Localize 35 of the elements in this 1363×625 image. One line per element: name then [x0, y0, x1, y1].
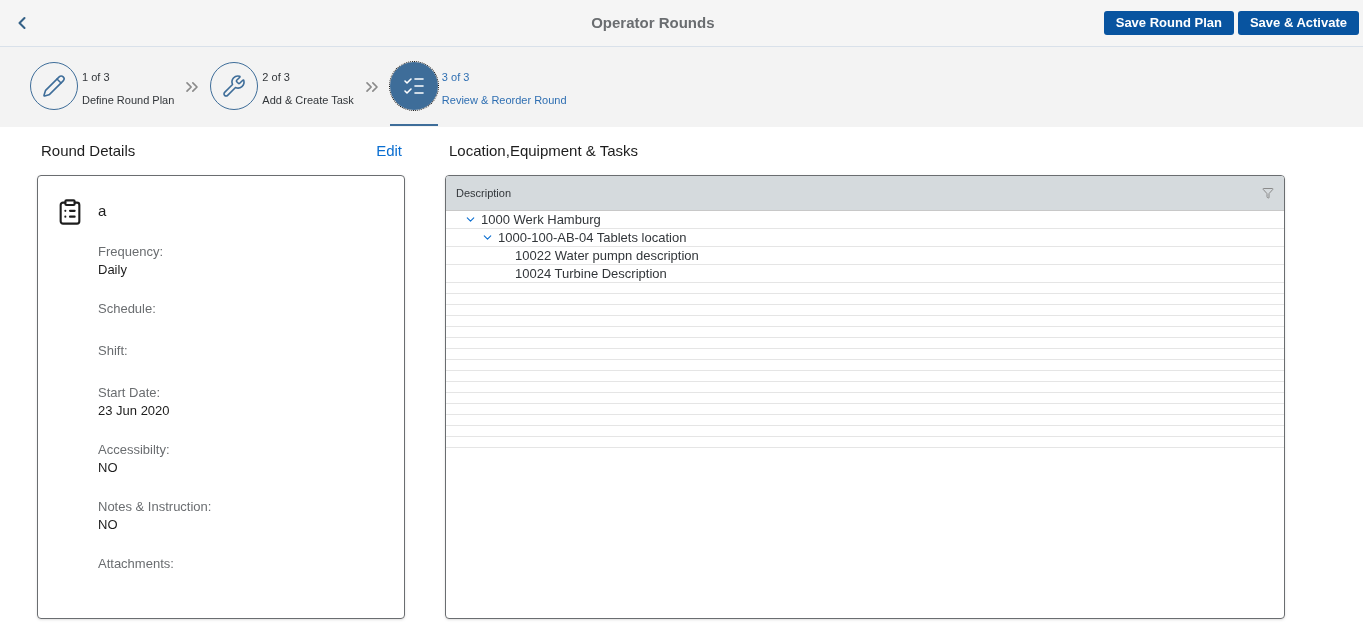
field-value: 23 Jun 2020: [98, 401, 171, 420]
field-label: Start Date:: [98, 383, 162, 402]
toolbar-button[interactable]: Save Round Plan: [1103, 11, 1234, 35]
page-title: Operator Rounds: [591, 12, 715, 33]
field-label: Notes & Instruction:: [98, 497, 212, 516]
step-label: Add & Create Task: [262, 93, 354, 108]
wizard-step[interactable]: 2 of 3 Add & Create Task: [210, 62, 354, 126]
tree-item[interactable]: 10022 Water pumpn description: [515, 245, 699, 266]
field-value: NO: [98, 515, 119, 534]
step-number: 3 of 3: [441, 70, 471, 85]
wizard-step[interactable]: 1 of 3 Define Round Plan: [30, 62, 175, 126]
field-label: Accessibilty:: [98, 440, 171, 459]
tree-item[interactable]: 1000 Werk Hamburg: [481, 209, 601, 230]
field-value: NO: [98, 458, 119, 477]
step-number: 2 of 3: [262, 70, 291, 85]
round-name: a: [98, 201, 108, 221]
step-icon: [42, 74, 66, 98]
field-label: Attachments:: [98, 554, 175, 573]
wizard-step[interactable]: 3 of 3 Review & Reorder Round: [389, 62, 567, 140]
step-label: Review & Reorder Round: [441, 93, 567, 108]
step-icon: [222, 74, 247, 98]
field-label: Shift:: [98, 341, 129, 360]
toolbar-button[interactable]: Save & Activate: [1237, 11, 1359, 35]
edit-link[interactable]: Edit: [376, 139, 402, 163]
column-header[interactable]: Description: [446, 176, 1284, 211]
field-label: Schedule:: [98, 299, 157, 318]
section-title: Location,Equipment & Tasks: [449, 140, 638, 161]
step-label: Define Round Plan: [82, 93, 175, 108]
section-title: Round Details: [41, 140, 136, 161]
field-label: Frequency:: [98, 242, 165, 261]
filter-icon[interactable]: [1262, 187, 1274, 199]
tree-item[interactable]: 1000-100-AB-04 Tablets location: [498, 227, 687, 248]
field-value: Daily: [98, 260, 128, 279]
step-number: 1 of 3: [82, 70, 111, 85]
tree-item[interactable]: 10024 Turbine Description: [515, 263, 667, 284]
